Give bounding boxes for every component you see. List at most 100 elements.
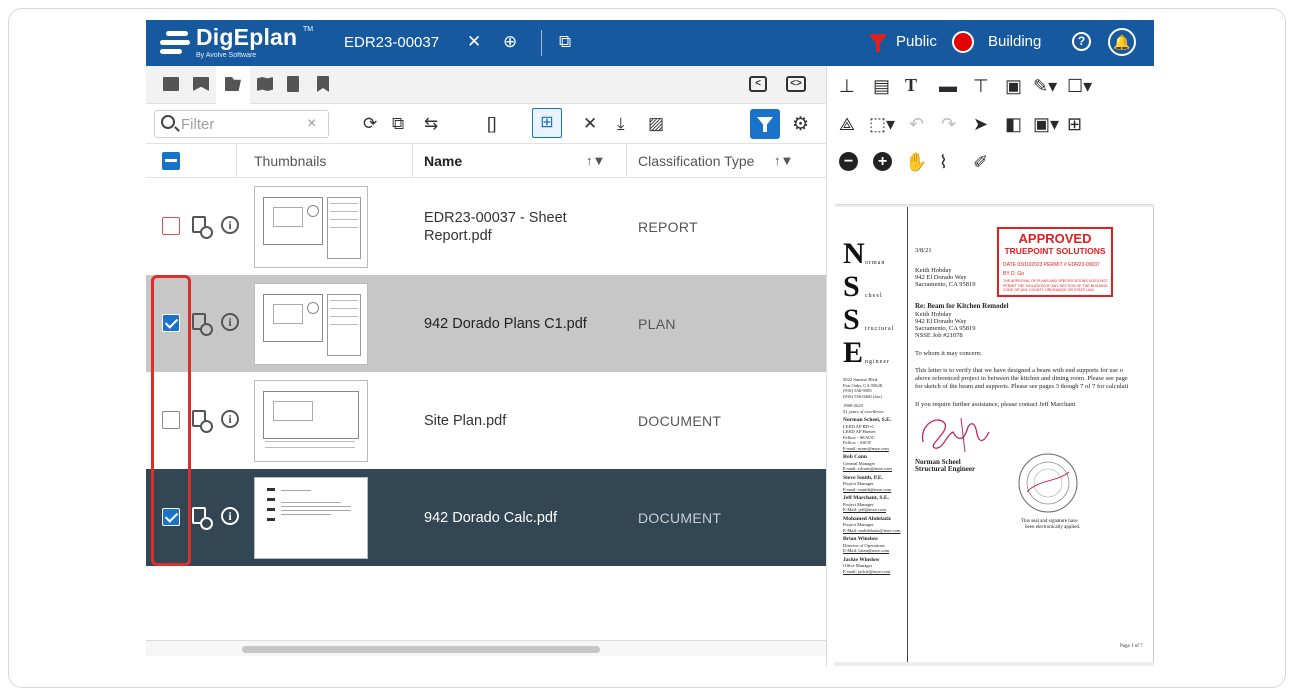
image-tool-icon[interactable]: ▣ [1005, 76, 1022, 96]
table-row[interactable]: i Site Plan.pdf DOCUMENT [146, 372, 826, 469]
info-icon[interactable]: i [221, 410, 239, 428]
salutation: To whom it may concern: [915, 350, 982, 357]
filter-input[interactable] [181, 115, 301, 133]
collapse-left-icon[interactable]: < [749, 76, 767, 92]
tab-folder[interactable] [154, 66, 188, 104]
pdf-viewport[interactable]: N orman S cheel S tructural E ngineer 50… [835, 204, 1154, 666]
engineer-signature [921, 417, 990, 453]
table-row[interactable]: i 942 Dorado Plans C1.pdf PLAN [146, 275, 826, 372]
measure-tool-icon[interactable]: ⟁ [839, 114, 855, 134]
layout-menu-icon[interactable]: ▣▾ [1033, 114, 1059, 134]
callout-tool-icon[interactable]: ⊤ [973, 76, 989, 96]
expand-collapse-icon[interactable]: <> [786, 76, 806, 92]
letterhead-contact-line: E-Mail: mabdelaziz@nsse.com [843, 527, 901, 533]
fit-page-icon[interactable]: ⊞ [1067, 114, 1082, 134]
gear-icon[interactable]: ⚙ [792, 113, 809, 136]
document-thumbnail[interactable] [254, 283, 368, 365]
document-status-icon[interactable] [192, 216, 213, 239]
letterhead-contact-line: E-Mail: jeff@nsse.com [843, 507, 886, 512]
text-tool-icon[interactable]: T [905, 75, 917, 95]
document-list-panel: < <> × ⟳ ⧉ ⇆ [] ⊞ ✕ ⤓ ▨ ⚙ Thumbnails N [146, 66, 826, 666]
col-name[interactable]: Name [424, 144, 462, 178]
document-settings-icon[interactable]: ▨ [648, 114, 664, 134]
close-icon[interactable]: ✕ [467, 32, 481, 52]
info-icon[interactable]: i [221, 507, 239, 525]
letterhead-contact-line: E-mail: norm@nsse.com [843, 445, 889, 451]
tab-saved[interactable] [306, 66, 340, 104]
document-status-icon[interactable] [192, 410, 213, 433]
list-toolbar: × ⟳ ⧉ ⇆ [] ⊞ ✕ ⤓ ▨ ⚙ [146, 104, 826, 144]
scrollbar-thumb[interactable] [242, 646, 600, 653]
digeplan-logo[interactable]: DigEplan TM By Avolve Software [160, 24, 313, 62]
col-thumbnails[interactable]: Thumbnails [254, 144, 326, 178]
notification-bell-icon[interactable]: 🔔 [1108, 28, 1136, 56]
row-checkbox[interactable] [162, 217, 180, 235]
document-thumbnail[interactable] [254, 477, 368, 559]
pan-hand-icon[interactable]: ✋ [905, 152, 927, 172]
letterhead-letter: S [843, 270, 860, 303]
horizontal-scrollbar[interactable] [146, 640, 826, 656]
undo-icon[interactable]: ↶ [909, 114, 924, 134]
pointer-icon[interactable]: ➤ [973, 114, 988, 134]
letterhead-word: tructural [865, 326, 895, 332]
sync-icon[interactable]: ⟳ [363, 114, 377, 134]
redo-icon[interactable]: ↷ [941, 114, 956, 134]
compare-icon[interactable]: ⇆ [424, 114, 438, 134]
name-sort-filter-icon[interactable]: ↑▼ [586, 144, 605, 178]
select-area-icon[interactable]: ⬚▾ [869, 114, 895, 134]
open-external-icon[interactable]: ⧉ [559, 32, 571, 52]
add-circle-icon[interactable]: ⊕ [503, 32, 517, 52]
letterhead-contact-line: E-Mail: brian@nsse.com [843, 548, 890, 553]
viewer-scroll-edge[interactable] [1153, 207, 1154, 662]
document-thumbnail[interactable] [254, 380, 368, 462]
tab-open-folder[interactable] [216, 66, 250, 104]
discipline-label[interactable]: Building [988, 33, 1041, 50]
document-thumbnail[interactable] [254, 186, 368, 268]
tab-document[interactable] [276, 66, 310, 104]
letterhead-word: orman [865, 260, 886, 266]
tree-view-button[interactable]: ⊞ [532, 108, 562, 138]
highlighter-icon[interactable]: ✐ [973, 152, 988, 172]
stamp-tool-icon[interactable]: ⊥ [839, 76, 855, 96]
comment-tool-icon[interactable]: ▬ [939, 76, 957, 96]
info-icon[interactable]: i [221, 216, 239, 234]
document-name[interactable]: Site Plan.pdf [424, 372, 622, 469]
zoom-in-icon[interactable]: + [873, 152, 892, 171]
pen-tool-icon[interactable]: ✎▾ [1033, 76, 1057, 96]
eraser-icon[interactable]: ⌇ [939, 152, 948, 172]
tools-icon[interactable]: ✕ [583, 114, 597, 134]
column-divider [236, 144, 237, 178]
discipline-status-icon[interactable] [952, 31, 974, 53]
document-status-icon[interactable] [192, 313, 213, 336]
column-divider [412, 144, 413, 178]
download-icon[interactable]: ⤓ [617, 114, 625, 134]
document-name[interactable]: 942 Dorado Calc.pdf [424, 469, 622, 566]
panel-toggle-icon[interactable]: ◧ [1005, 114, 1022, 134]
classification-sort-filter-icon[interactable]: ↑▼ [774, 144, 793, 178]
visibility-label[interactable]: Public [896, 33, 937, 50]
col-classification[interactable]: Classification Type [638, 144, 754, 178]
zoom-out-icon[interactable]: − [839, 152, 858, 171]
tab-bookmarks[interactable] [184, 66, 218, 104]
filter-funnel-button[interactable] [750, 109, 780, 139]
document-status-icon[interactable] [192, 507, 213, 530]
public-filter-icon[interactable] [869, 34, 887, 52]
table-row[interactable]: i EDR23-00037 - Sheet Report.pdf REPORT [146, 178, 826, 275]
info-icon[interactable]: i [221, 313, 239, 331]
clear-filter-icon[interactable]: × [307, 115, 316, 133]
document-name[interactable]: 942 Dorado Plans C1.pdf [424, 275, 622, 372]
filter-search[interactable]: × [154, 110, 329, 138]
digeplan-app: DigEplan TM By Avolve Software EDR23-000… [146, 20, 1154, 666]
table-row[interactable]: i 942 Dorado Calc.pdf DOCUMENT [146, 469, 826, 566]
note-tool-icon[interactable]: ▤ [873, 76, 890, 96]
saved-doc-icon [317, 76, 329, 92]
edit-external-icon[interactable]: ⧉ [392, 114, 404, 134]
help-icon[interactable]: ? [1072, 32, 1091, 51]
bracket-view-icon[interactable]: [] [487, 114, 496, 134]
select-all-checkbox[interactable] [162, 152, 180, 170]
document-name[interactable]: EDR23-00037 - Sheet Report.pdf [424, 178, 622, 275]
map-icon [257, 77, 273, 91]
markup-toolbar-row-3: − + ✋ ⌇ ✐ [827, 142, 1154, 180]
shape-tool-icon[interactable]: ☐▾ [1067, 76, 1092, 96]
approved-stamp[interactable]: APPROVED TRUEPOINT SOLUTIONS DATE 03/10/… [997, 227, 1113, 297]
